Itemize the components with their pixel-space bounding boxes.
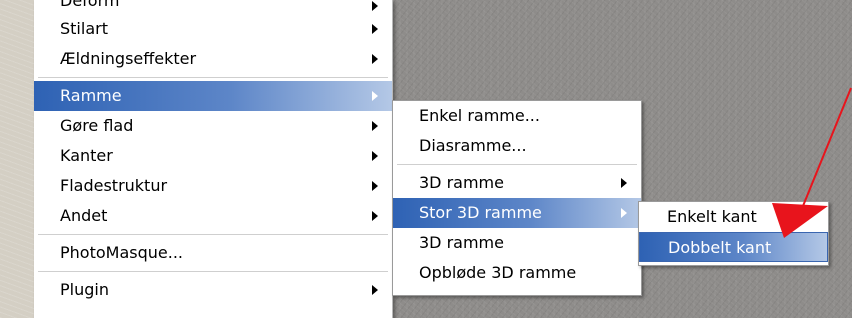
menu-item-enkel-ramme[interactable]: Enkel ramme... (393, 101, 641, 131)
menu-item-fladestruktur[interactable]: Fladestruktur (34, 171, 392, 201)
menu-item-label: Plugin (60, 280, 109, 299)
menu-item-gore-flad[interactable]: Gøre flad (34, 111, 392, 141)
menu-item-label: Gøre flad (60, 116, 134, 135)
menu-item-label: PhotoMasque... (60, 243, 183, 262)
menu-item-opblode-3d-ramme[interactable]: Opbløde 3D ramme (393, 258, 641, 288)
menu-item-diasramme[interactable]: Diasramme... (393, 131, 641, 161)
menu-separator (38, 77, 388, 78)
left-panel-strip (0, 0, 34, 318)
menu-item-stor-3d-ramme[interactable]: Stor 3D ramme (393, 198, 641, 228)
menu-item-kanter[interactable]: Kanter (34, 141, 392, 171)
menu-separator (397, 164, 637, 165)
menu-item-label: Diasramme... (419, 136, 527, 155)
menu-item-3d-ramme-submenu[interactable]: 3D ramme (393, 168, 641, 198)
menu-item-3d-ramme[interactable]: 3D ramme (393, 228, 641, 258)
submenu-arrow-icon (372, 54, 378, 64)
stor-3d-ramme-submenu: Enkelt kant Dobbelt kant (638, 201, 829, 266)
menu-item-enkelt-kant[interactable]: Enkelt kant (639, 202, 828, 232)
menu-item-label: Ældningseffekter (60, 49, 197, 68)
submenu-arrow-icon (372, 151, 378, 161)
menu-item-label: Fladestruktur (60, 176, 168, 195)
submenu-arrow-icon (621, 208, 627, 218)
menu-item-label: Enkelt kant (667, 207, 757, 226)
menu-item-photomasque[interactable]: PhotoMasque... (34, 238, 392, 268)
menu-item-label: 3D ramme (419, 173, 504, 192)
menu-item-label: Deform (60, 0, 120, 10)
menu-item-stilart[interactable]: Stilart (34, 14, 392, 44)
menu-item-label: Stilart (60, 19, 108, 38)
menu-item-aeldningseffekter[interactable]: Ældningseffekter (34, 44, 392, 74)
submenu-arrow-icon (372, 91, 378, 101)
ramme-submenu: Enkel ramme... Diasramme... 3D ramme Sto… (392, 100, 642, 296)
menu-item-label: Ramme (60, 86, 122, 105)
menu-item-deform[interactable]: Deform (34, 0, 392, 14)
menu-item-label: Enkel ramme... (419, 106, 540, 125)
submenu-arrow-icon (372, 285, 378, 295)
submenu-arrow-icon (621, 178, 627, 188)
menu-item-label: Dobbelt kant (668, 238, 772, 257)
menu-item-label: Opbløde 3D ramme (419, 263, 577, 282)
menu-item-dobbelt-kant[interactable]: Dobbelt kant (639, 232, 828, 262)
submenu-arrow-icon (372, 1, 378, 11)
submenu-arrow-icon (372, 121, 378, 131)
effects-menu: Deform Stilart Ældningseffekter Ramme Gø… (34, 0, 393, 318)
menu-separator (38, 234, 388, 235)
menu-item-andet[interactable]: Andet (34, 201, 392, 231)
menu-separator (38, 271, 388, 272)
menu-item-label: Kanter (60, 146, 113, 165)
menu-item-label: Stor 3D ramme (419, 203, 542, 222)
menu-item-label: 3D ramme (419, 233, 504, 252)
submenu-arrow-icon (372, 24, 378, 34)
menu-item-ramme[interactable]: Ramme (34, 81, 392, 111)
submenu-arrow-icon (372, 211, 378, 221)
menu-item-plugin[interactable]: Plugin (34, 275, 392, 305)
menu-item-label: Andet (60, 206, 108, 225)
submenu-arrow-icon (372, 181, 378, 191)
